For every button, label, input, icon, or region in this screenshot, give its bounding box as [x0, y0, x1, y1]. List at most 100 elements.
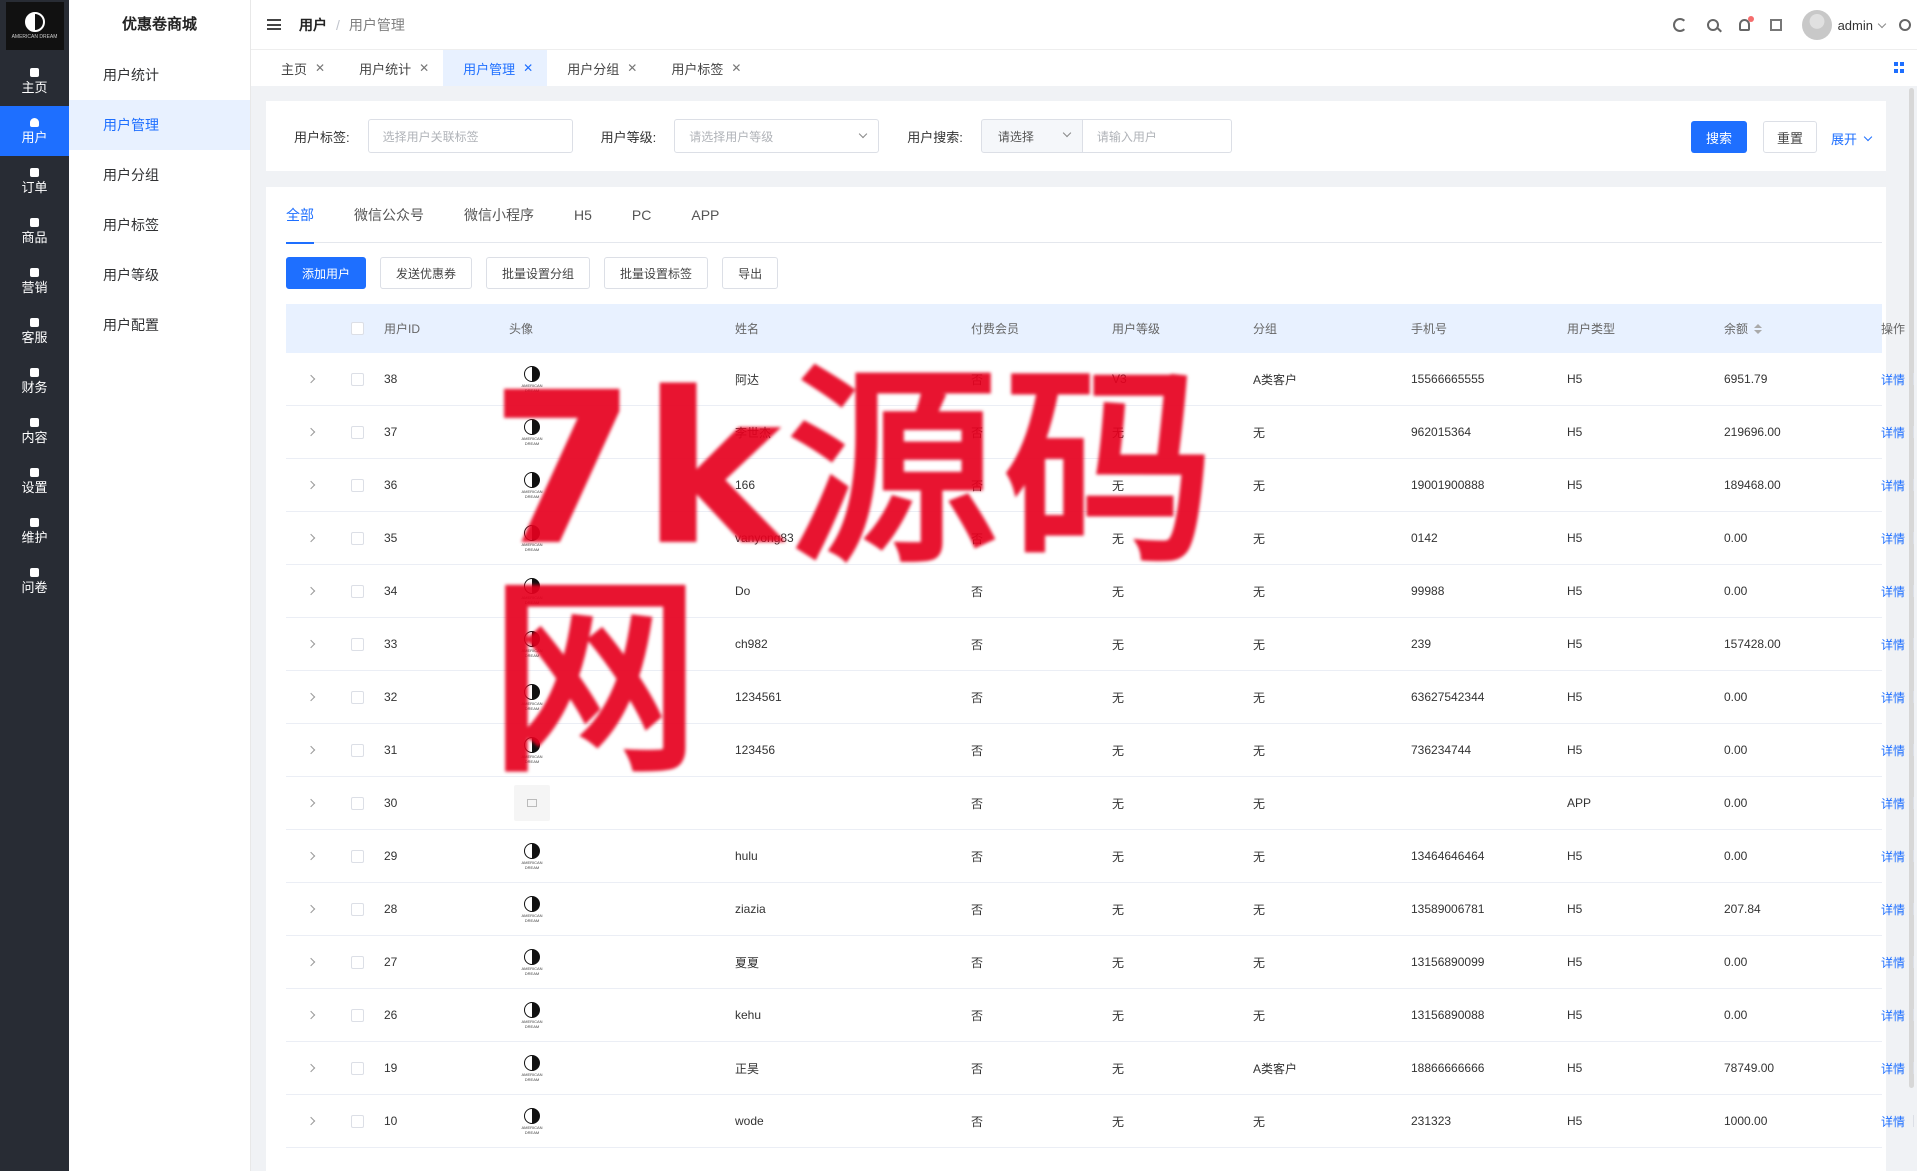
rail-item-4[interactable]: 营销	[0, 256, 69, 306]
avatar[interactable]: AMERICAN DREAM	[514, 573, 550, 609]
avatar[interactable]: AMERICAN DREAM	[514, 679, 550, 715]
rail-item-1[interactable]: 用户	[0, 106, 69, 156]
search-icon[interactable]	[1706, 19, 1719, 31]
close-icon[interactable]: ✕	[627, 61, 637, 75]
row-checkbox[interactable]	[350, 531, 364, 545]
detail-link[interactable]: 详情	[1881, 848, 1905, 865]
submenu-item-1[interactable]: 用户管理	[69, 100, 250, 150]
avatar[interactable]: AMERICAN DREAM	[514, 1050, 550, 1086]
level-filter-select[interactable]: 请选择用户等级	[674, 119, 880, 153]
row-checkbox[interactable]	[350, 478, 364, 492]
avatar[interactable]: AMERICAN DREAM	[514, 626, 550, 662]
close-icon[interactable]: ✕	[315, 61, 325, 75]
avatar[interactable]: AMERICAN DREAM	[514, 997, 550, 1033]
batch-set-tag-button[interactable]: 批量设置标签	[604, 257, 709, 289]
submenu-item-4[interactable]: 用户等级	[69, 250, 250, 300]
expand-row-chevron-icon[interactable]	[306, 427, 316, 437]
type-tab-2[interactable]: 微信小程序	[464, 187, 534, 243]
user-avatar[interactable]	[1801, 10, 1832, 40]
detail-link[interactable]: 详情	[1881, 1113, 1905, 1130]
close-icon[interactable]: ✕	[731, 61, 741, 75]
expand-row-chevron-icon[interactable]	[306, 533, 316, 543]
rail-item-0[interactable]: 主页	[0, 56, 69, 106]
page-tab-3[interactable]: 用户分组 ✕	[547, 50, 651, 86]
rail-item-7[interactable]: 内容	[0, 406, 69, 456]
rail-item-10[interactable]: 问卷	[0, 556, 69, 606]
rail-item-5[interactable]: 客服	[0, 306, 69, 356]
rail-item-9[interactable]: 维护	[0, 506, 69, 556]
detail-link[interactable]: 详情	[1881, 1007, 1905, 1024]
expand-row-chevron-icon[interactable]	[306, 586, 316, 596]
rail-item-3[interactable]: 商品	[0, 206, 69, 256]
type-tab-0[interactable]: 全部	[286, 187, 314, 244]
expand-row-chevron-icon[interactable]	[306, 1010, 316, 1020]
header-balance[interactable]: 余额	[1724, 320, 1881, 337]
close-icon[interactable]: ✕	[419, 61, 429, 75]
page-tab-4[interactable]: 用户标签 ✕	[651, 50, 755, 86]
notification-bell-icon[interactable]	[1738, 16, 1754, 31]
reset-button[interactable]: 重置	[1763, 121, 1817, 153]
tabs-menu-icon[interactable]	[1894, 62, 1905, 73]
row-checkbox[interactable]	[350, 1114, 364, 1128]
submenu-item-5[interactable]: 用户配置	[69, 300, 250, 350]
fullscreen-icon[interactable]	[1769, 19, 1782, 31]
detail-link[interactable]: 详情	[1881, 901, 1905, 918]
rail-item-2[interactable]: 订单	[0, 156, 69, 206]
detail-link[interactable]: 详情	[1881, 795, 1905, 812]
submenu-item-3[interactable]: 用户标签	[69, 200, 250, 250]
username[interactable]: admin	[1838, 18, 1873, 33]
expand-row-chevron-icon[interactable]	[306, 1116, 316, 1126]
avatar[interactable]: AMERICAN DREAM	[514, 414, 550, 450]
avatar[interactable]: AMERICAN DREAM	[514, 520, 550, 556]
page-tab-0[interactable]: 主页 ✕	[261, 50, 339, 86]
avatar[interactable]: AMERICAN DREAM	[514, 838, 550, 874]
row-checkbox[interactable]	[350, 690, 364, 704]
rail-item-6[interactable]: 财务	[0, 356, 69, 406]
page-tab-1[interactable]: 用户统计 ✕	[339, 50, 443, 86]
detail-link[interactable]: 详情	[1881, 371, 1905, 388]
detail-link[interactable]: 详情	[1881, 530, 1905, 547]
type-tab-5[interactable]: APP	[691, 187, 719, 243]
row-checkbox[interactable]	[350, 743, 364, 757]
expand-row-chevron-icon[interactable]	[306, 1063, 316, 1073]
app-logo[interactable]: AMERICAN DREAM	[5, 2, 64, 50]
expand-row-chevron-icon[interactable]	[306, 851, 316, 861]
avatar[interactable]: AMERICAN DREAM	[514, 732, 550, 768]
row-checkbox[interactable]	[350, 1008, 364, 1022]
type-tab-4[interactable]: PC	[632, 187, 651, 243]
avatar[interactable]: AMERICAN DREAM	[514, 891, 550, 927]
expand-row-chevron-icon[interactable]	[306, 745, 316, 755]
expand-filters-toggle[interactable]: 展开	[1831, 129, 1873, 148]
sort-icon[interactable]	[1754, 323, 1763, 334]
page-tab-2[interactable]: 用户管理 ✕	[443, 50, 548, 86]
row-checkbox[interactable]	[350, 372, 364, 386]
search-button[interactable]: 搜索	[1691, 121, 1747, 153]
add-user-button[interactable]: 添加用户	[286, 257, 367, 289]
row-checkbox[interactable]	[350, 637, 364, 651]
expand-row-chevron-icon[interactable]	[306, 692, 316, 702]
user-dropdown-chevron-icon[interactable]	[1877, 19, 1887, 28]
detail-link[interactable]: 详情	[1881, 1060, 1905, 1077]
avatar[interactable]: AMERICAN DREAM	[514, 361, 550, 397]
expand-row-chevron-icon[interactable]	[306, 639, 316, 649]
avatar-placeholder[interactable]	[514, 785, 550, 821]
type-tab-1[interactable]: 微信公众号	[354, 187, 424, 243]
detail-link[interactable]: 详情	[1881, 636, 1905, 653]
row-checkbox[interactable]	[350, 849, 364, 863]
search-field-select[interactable]: 请选择	[980, 119, 1083, 153]
select-all-checkbox[interactable]	[350, 322, 364, 335]
close-icon[interactable]: ✕	[523, 61, 533, 75]
avatar[interactable]: AMERICAN DREAM	[514, 1103, 550, 1139]
expand-row-chevron-icon[interactable]	[306, 480, 316, 490]
rail-item-8[interactable]: 设置	[0, 456, 69, 506]
detail-link[interactable]: 详情	[1881, 424, 1905, 441]
type-tab-3[interactable]: H5	[574, 187, 592, 243]
expand-row-chevron-icon[interactable]	[306, 374, 316, 384]
row-checkbox[interactable]	[350, 425, 364, 439]
avatar[interactable]: AMERICAN DREAM	[514, 467, 550, 503]
menu-toggle-icon[interactable]	[267, 19, 281, 30]
row-checkbox[interactable]	[350, 584, 364, 598]
breadcrumb-item-users[interactable]: 用户	[299, 17, 327, 33]
send-coupon-button[interactable]: 发送优惠券	[380, 257, 473, 289]
detail-link[interactable]: 详情	[1881, 477, 1905, 494]
